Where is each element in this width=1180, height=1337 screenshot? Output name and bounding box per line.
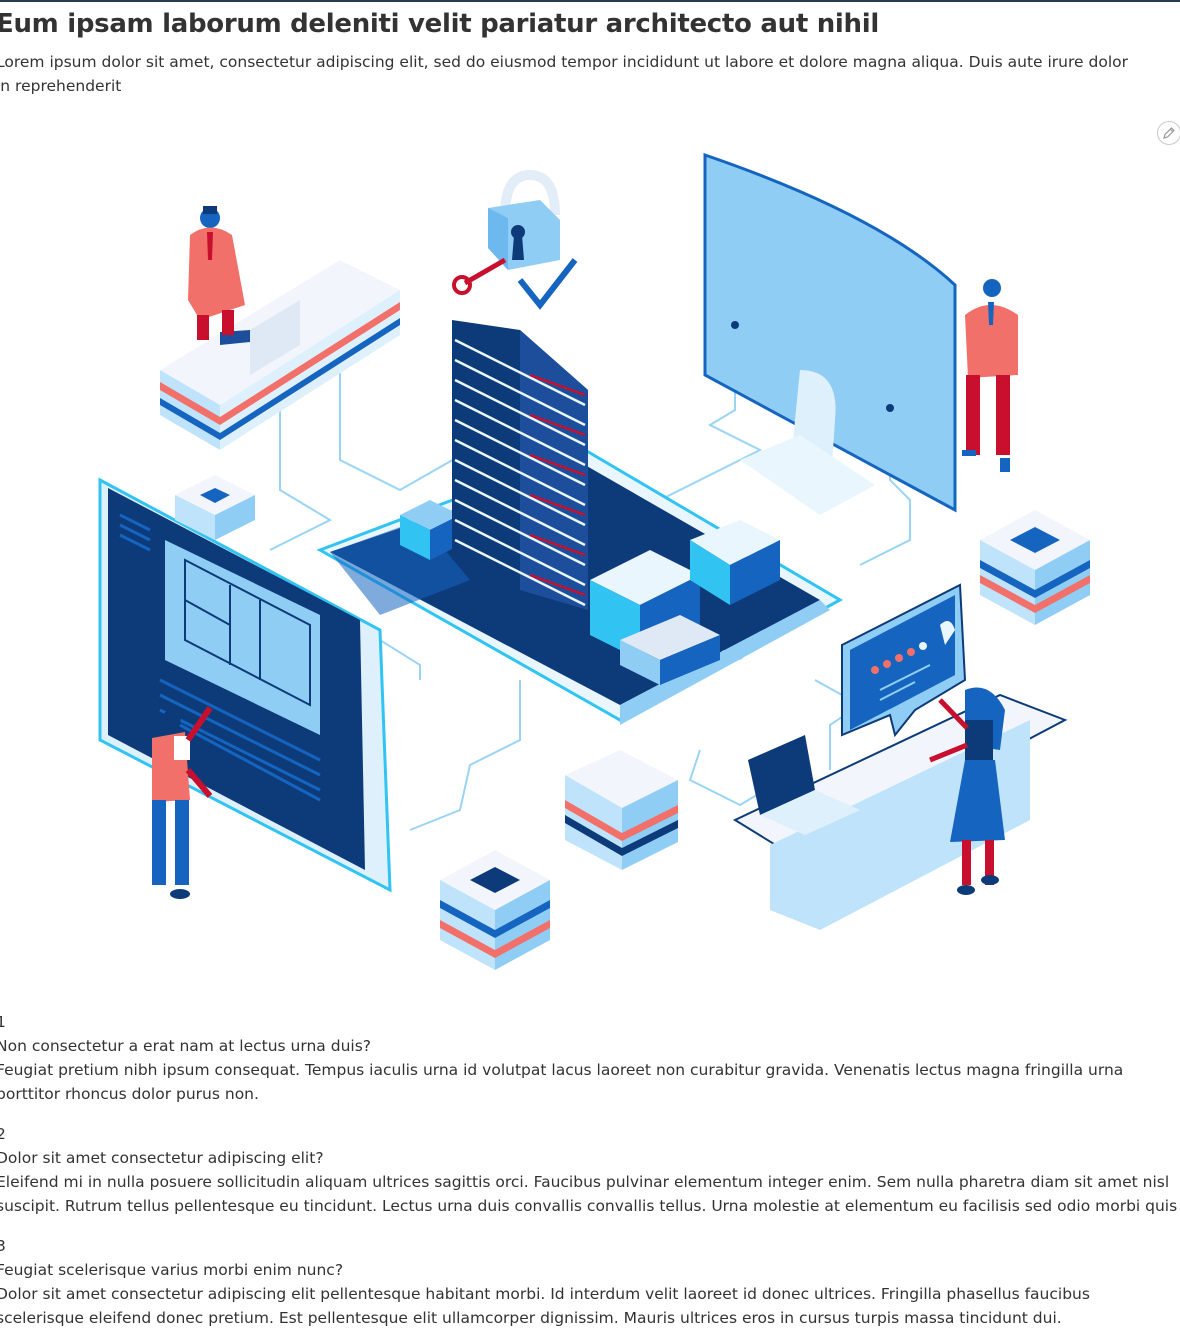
faq-number: 1 bbox=[0, 1013, 6, 1031]
skyscraper bbox=[452, 320, 588, 610]
monitor bbox=[703, 152, 957, 515]
faq-number: 3 bbox=[0, 1237, 6, 1255]
data-box-2 bbox=[980, 510, 1090, 625]
lead-paragraph: Lorem ipsum dolor sit amet, consectetur … bbox=[0, 53, 1128, 95]
page-title: Eum ipsam laborum deleniti velit pariatu… bbox=[0, 9, 879, 39]
review-bubble bbox=[841, 583, 967, 738]
page-content: Eum ipsam laborum deleniti velit pariatu… bbox=[0, 0, 1180, 1337]
faq-answer: Feugiat pretium nibh ipsum consequat. Te… bbox=[0, 1061, 1124, 1103]
faq-answer: Eleifend mi in nulla posuere sollicitudi… bbox=[0, 1173, 1178, 1215]
data-box-4 bbox=[440, 850, 550, 970]
data-box-3 bbox=[565, 750, 678, 870]
man-at-monitor bbox=[962, 279, 1018, 472]
isometric-city-illustration bbox=[98, 152, 1090, 970]
faq-answer: Dolor sit amet consectetur adipiscing el… bbox=[0, 1285, 1090, 1327]
faq-question[interactable]: Non consectetur a erat nam at lectus urn… bbox=[0, 1034, 1180, 1058]
padlock-icon bbox=[452, 169, 578, 310]
faq-question[interactable]: Dolor sit amet consectetur adipiscing el… bbox=[0, 1146, 1180, 1170]
man-at-desk bbox=[188, 206, 245, 340]
faq-question[interactable]: Feugiat scelerisque varius morbi enim nu… bbox=[0, 1258, 1180, 1282]
faq-list: 1 Non consectetur a erat nam at lectus u… bbox=[0, 1010, 1180, 1337]
faq-item: 3 Feugiat scelerisque varius morbi enim … bbox=[0, 1234, 1180, 1330]
faq-item: 1 Non consectetur a erat nam at lectus u… bbox=[0, 1010, 1180, 1106]
faq-number: 2 bbox=[0, 1125, 6, 1143]
faq-item: 2 Dolor sit amet consectetur adipiscing … bbox=[0, 1122, 1180, 1218]
